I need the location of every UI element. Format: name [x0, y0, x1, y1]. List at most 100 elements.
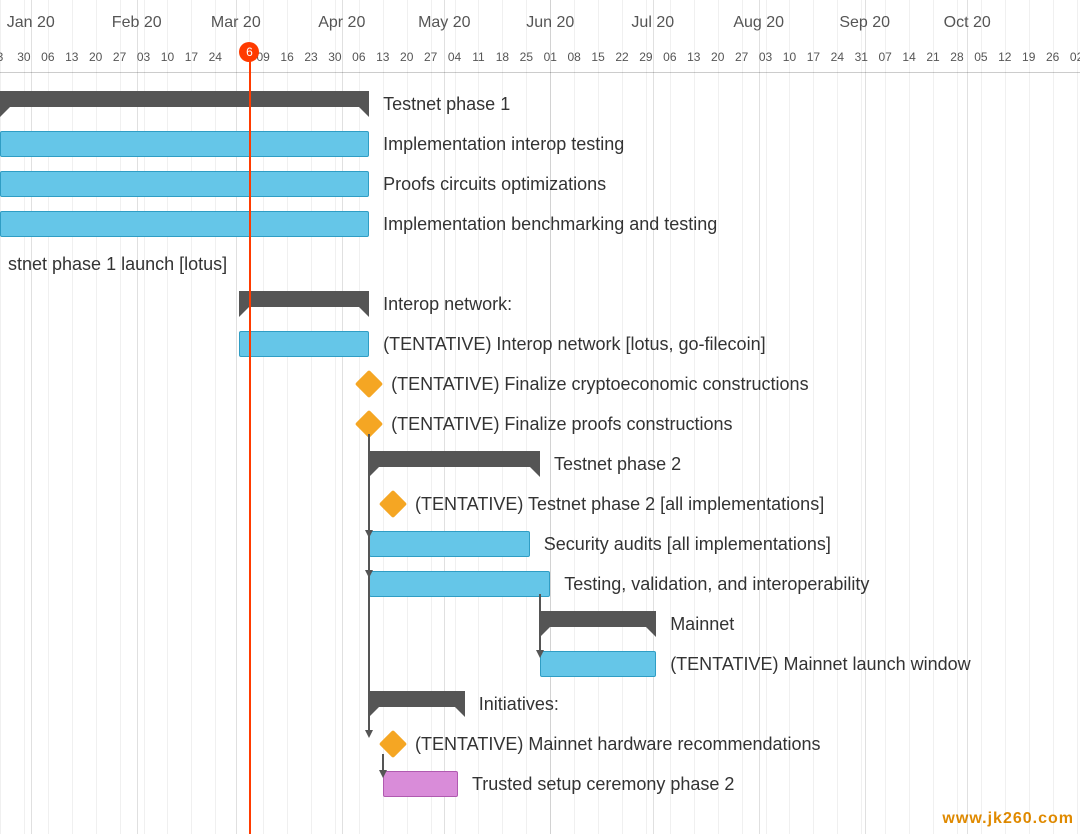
gantt-row: Proofs circuits optimizations — [0, 164, 1080, 204]
gantt-row: Interop network: — [0, 284, 1080, 324]
week-label: 17 — [807, 50, 820, 64]
month-label: Oct 20 — [944, 14, 991, 32]
task-label: (TENTATIVE) Finalize proofs construction… — [391, 404, 732, 444]
week-label: 30 — [328, 50, 341, 64]
week-label: 10 — [161, 50, 174, 64]
week-label: 28 — [950, 50, 963, 64]
task-label: Testnet phase 1 — [383, 84, 510, 124]
summary-bar[interactable] — [0, 91, 369, 107]
gantt-row: stnet phase 1 launch [lotus] — [0, 244, 1080, 284]
task-label: Implementation interop testing — [383, 124, 624, 164]
summary-bar[interactable] — [369, 451, 540, 467]
week-label: 30 — [17, 50, 30, 64]
task-label: Mainnet — [670, 604, 734, 644]
gantt-row: Initiatives: — [0, 684, 1080, 724]
gantt-row: (TENTATIVE) Finalize proofs construction… — [0, 404, 1080, 444]
gantt-chart: www.jk260.com Jan 20Feb 20Mar 20Apr 20Ma… — [0, 0, 1080, 834]
task-bar[interactable] — [369, 531, 530, 557]
week-label: 13 — [376, 50, 389, 64]
week-label: 07 — [879, 50, 892, 64]
task-bar[interactable] — [540, 651, 656, 677]
task-bar[interactable] — [0, 211, 369, 237]
task-bar[interactable] — [383, 771, 458, 797]
week-label: 29 — [639, 50, 652, 64]
dependency-line — [368, 434, 370, 734]
task-label: Trusted setup ceremony phase 2 — [472, 764, 734, 804]
task-bar[interactable] — [369, 571, 550, 597]
gantt-row: (TENTATIVE) Mainnet hardware recommendat… — [0, 724, 1080, 764]
week-label: 14 — [902, 50, 915, 64]
today-line — [249, 44, 251, 834]
week-label: 27 — [113, 50, 126, 64]
dependency-line — [539, 594, 541, 654]
week-label: 20 — [89, 50, 102, 64]
week-label: 13 — [65, 50, 78, 64]
week-label: 25 — [520, 50, 533, 64]
week-label: 03 — [137, 50, 150, 64]
task-bar[interactable] — [0, 131, 369, 157]
week-label: 19 — [1022, 50, 1035, 64]
week-label: 02 — [1070, 50, 1080, 64]
week-label: 26 — [1046, 50, 1059, 64]
gantt-row: (TENTATIVE) Finalize cryptoeconomic cons… — [0, 364, 1080, 404]
task-label: Testnet phase 2 — [554, 444, 681, 484]
task-label: Implementation benchmarking and testing — [383, 204, 717, 244]
week-label: 10 — [783, 50, 796, 64]
gantt-row: Implementation interop testing — [0, 124, 1080, 164]
task-label: Proofs circuits optimizations — [383, 164, 606, 204]
milestone-icon[interactable] — [355, 370, 383, 398]
task-label: (TENTATIVE) Interop network [lotus, go-f… — [383, 324, 765, 364]
week-label: 15 — [591, 50, 604, 64]
task-label: (TENTATIVE) Testnet phase 2 [all impleme… — [415, 484, 824, 524]
month-label: Sep 20 — [839, 14, 890, 32]
week-label: 27 — [735, 50, 748, 64]
dependency-line — [382, 754, 384, 774]
summary-bar[interactable] — [540, 611, 656, 627]
week-label: 21 — [926, 50, 939, 64]
week-label: 20 — [711, 50, 724, 64]
task-bar[interactable] — [239, 331, 369, 357]
week-label: 24 — [831, 50, 844, 64]
week-label: 12 — [998, 50, 1011, 64]
task-label: (TENTATIVE) Finalize cryptoeconomic cons… — [391, 364, 808, 404]
gantt-row: Testnet phase 1 — [0, 84, 1080, 124]
week-label: 17 — [185, 50, 198, 64]
week-label: 22 — [615, 50, 628, 64]
gantt-row: (TENTATIVE) Interop network [lotus, go-f… — [0, 324, 1080, 364]
week-label: 05 — [974, 50, 987, 64]
task-bar[interactable] — [0, 171, 369, 197]
week-label: 23 — [304, 50, 317, 64]
month-label: Jul 20 — [631, 14, 674, 32]
summary-bar[interactable] — [369, 691, 465, 707]
task-label: (TENTATIVE) Mainnet launch window — [670, 644, 970, 684]
gantt-row: Implementation benchmarking and testing — [0, 204, 1080, 244]
task-label: Security audits [all implementations] — [544, 524, 831, 564]
week-label: 03 — [759, 50, 772, 64]
summary-bar[interactable] — [239, 291, 369, 307]
week-label: 06 — [663, 50, 676, 64]
month-label: Mar 20 — [211, 14, 261, 32]
gantt-row: Testnet phase 2 — [0, 444, 1080, 484]
week-label: 01 — [544, 50, 557, 64]
week-label: 31 — [855, 50, 868, 64]
gantt-row: Trusted setup ceremony phase 2 — [0, 764, 1080, 804]
task-label: stnet phase 1 launch [lotus] — [8, 244, 227, 284]
week-label: 04 — [448, 50, 461, 64]
url-watermark: www.jk260.com — [942, 810, 1074, 828]
week-label: 13 — [687, 50, 700, 64]
month-label: May 20 — [418, 14, 470, 32]
task-label: (TENTATIVE) Mainnet hardware recommendat… — [415, 724, 820, 764]
week-label: 06 — [41, 50, 54, 64]
week-label: 08 — [567, 50, 580, 64]
milestone-icon[interactable] — [379, 490, 407, 518]
gantt-row: Security audits [all implementations] — [0, 524, 1080, 564]
gantt-row: (TENTATIVE) Testnet phase 2 [all impleme… — [0, 484, 1080, 524]
task-label: Testing, validation, and interoperabilit… — [564, 564, 869, 604]
week-label: 06 — [352, 50, 365, 64]
task-label: Initiatives: — [479, 684, 559, 724]
week-label: 24 — [209, 50, 222, 64]
header-separator — [0, 72, 1080, 73]
week-label: 27 — [424, 50, 437, 64]
today-marker: 6 — [239, 42, 259, 62]
gantt-rows: Testnet phase 1Implementation interop te… — [0, 84, 1080, 804]
